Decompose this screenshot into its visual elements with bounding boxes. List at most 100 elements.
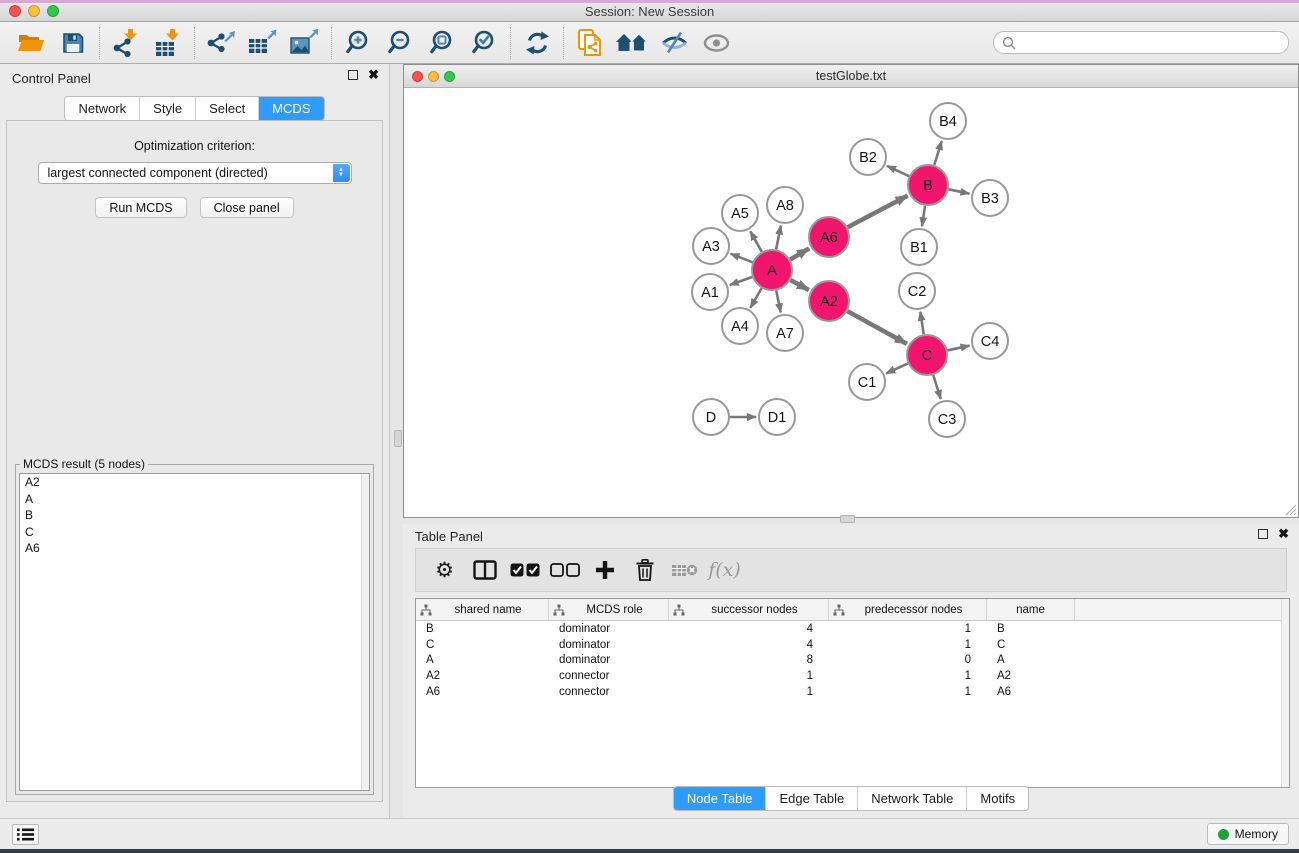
graph-edge-C-C1[interactable] (886, 364, 908, 374)
table-row-A[interactable]: Adominator80A (416, 653, 1289, 669)
graph-edge-B-B2[interactable] (887, 166, 909, 176)
table-cell[interactable]: dominator (549, 623, 669, 635)
table-cell[interactable]: C (416, 639, 549, 651)
table-cell[interactable]: 1 (829, 639, 987, 651)
graph-node-C[interactable]: C (907, 335, 947, 375)
graph-node-A3[interactable]: A3 (693, 228, 729, 264)
table-cell[interactable]: B (416, 623, 549, 635)
mcds-result-item[interactable]: C (20, 524, 369, 541)
network-graph[interactable]: B4B2BB3A5A8A6B1A3AA1C2A2A4A7CC4C1C3DD1 (404, 88, 1298, 518)
graph-edge-A-A2[interactable] (790, 280, 808, 290)
graph-edge-C-C2[interactable] (920, 312, 924, 335)
graph-node-A2[interactable]: A2 (809, 281, 849, 321)
graph-node-C1[interactable]: C1 (849, 364, 885, 400)
import-table-button[interactable] (147, 25, 189, 61)
graph-node-C2[interactable]: C2 (899, 273, 935, 309)
deselect-all-button[interactable] (546, 550, 583, 590)
zoom-selected-button[interactable] (463, 25, 505, 61)
mcds-result-list[interactable]: A2ABCA6 (19, 473, 370, 791)
graph-edge-A-A7[interactable] (776, 291, 781, 313)
mcds-result-item[interactable]: A2 (20, 474, 369, 491)
table-scrollbar[interactable] (1281, 599, 1289, 787)
graph-node-B4[interactable]: B4 (930, 103, 966, 139)
resize-grip-icon[interactable] (1282, 501, 1296, 515)
create-network-from-selection-button[interactable] (569, 25, 611, 61)
export-image-button[interactable] (284, 25, 326, 61)
table-row-A6[interactable]: A6connector11A6 (416, 684, 1289, 700)
export-network-button[interactable] (200, 25, 242, 61)
tab-select[interactable]: Select (196, 97, 259, 120)
table-cell[interactable]: 1 (669, 686, 829, 698)
graph-node-B3[interactable]: B3 (972, 180, 1008, 216)
table-cell[interactable]: dominator (549, 639, 669, 651)
graph-edge-A-A6[interactable] (790, 249, 809, 260)
vertical-splitter-handle[interactable] (394, 430, 402, 447)
graph-edge-A-A8[interactable] (776, 226, 781, 250)
table-cell[interactable]: C (987, 639, 1075, 651)
graph-node-A6[interactable]: A6 (809, 217, 849, 257)
graph-node-C3[interactable]: C3 (929, 401, 965, 437)
hide-selected-button[interactable] (653, 25, 695, 61)
export-table-button[interactable] (242, 25, 284, 61)
add-column-button[interactable] (586, 550, 623, 590)
graph-node-A4[interactable]: A4 (722, 308, 758, 344)
table-cell[interactable]: 1 (829, 670, 987, 682)
graph-edge-A-A1[interactable] (730, 277, 752, 285)
graph-node-A5[interactable]: A5 (722, 195, 758, 231)
table-cell[interactable]: dominator (549, 654, 669, 666)
graph-edge-A6-B[interactable] (848, 196, 908, 228)
graph-node-D[interactable]: D (693, 399, 729, 435)
graph-edge-B-B3[interactable] (949, 189, 970, 193)
graph-edge-A-A5[interactable] (750, 231, 761, 251)
column-header-name[interactable]: name (987, 599, 1075, 620)
graph-node-B2[interactable]: B2 (850, 139, 886, 175)
column-header-predecessor-nodes[interactable]: predecessor nodes (829, 599, 987, 620)
function-builder-button[interactable]: f(x) (706, 550, 743, 590)
memory-button[interactable]: Memory (1207, 823, 1289, 845)
graph-node-B1[interactable]: B1 (901, 229, 937, 265)
run-mcds-button[interactable]: Run MCDS (95, 197, 186, 218)
tab-edge-table[interactable]: Edge Table (766, 787, 858, 810)
show-hidden-button[interactable] (695, 25, 737, 61)
graph-node-D1[interactable]: D1 (759, 399, 795, 435)
graph-node-A1[interactable]: A1 (692, 274, 728, 310)
mcds-result-item[interactable]: B (20, 507, 369, 524)
refresh-view-button[interactable] (516, 25, 558, 61)
zoom-fit-button[interactable] (421, 25, 463, 61)
split-panel-button[interactable] (466, 550, 503, 590)
graph-edge-C-C3[interactable] (933, 375, 940, 399)
tab-mcds[interactable]: MCDS (259, 97, 323, 120)
graph-edge-A-A3[interactable] (731, 254, 753, 263)
zoom-in-button[interactable] (337, 25, 379, 61)
table-cell[interactable]: 8 (669, 654, 829, 666)
close-table-panel-icon[interactable]: ✖ (1278, 529, 1289, 539)
delete-table-button[interactable] (666, 550, 703, 590)
column-header-successor-nodes[interactable]: successor nodes (669, 599, 829, 620)
table-cell[interactable]: A2 (416, 670, 549, 682)
delete-columns-button[interactable] (626, 550, 663, 590)
network-canvas-area[interactable]: B4B2BB3A5A8A6B1A3AA1C2A2A4A7CC4C1C3DD1 (404, 88, 1298, 517)
table-cell[interactable]: 4 (669, 639, 829, 651)
table-cell[interactable]: A6 (987, 686, 1075, 698)
task-history-button[interactable] (12, 824, 39, 845)
search-field[interactable] (993, 31, 1289, 54)
table-cell[interactable]: A2 (987, 670, 1075, 682)
network-window-titlebar[interactable]: testGlobe.txt (404, 65, 1298, 88)
table-cell[interactable]: 1 (669, 670, 829, 682)
tab-network-table[interactable]: Network Table (858, 787, 967, 810)
table-settings-button[interactable]: ⚙ (426, 550, 463, 590)
list-scrollbar[interactable] (361, 474, 369, 790)
import-network-button[interactable] (105, 25, 147, 61)
table-cell[interactable]: 4 (669, 623, 829, 635)
float-panel-icon[interactable] (348, 70, 358, 80)
column-header-shared-name[interactable]: shared name (416, 599, 549, 620)
table-cell[interactable]: B (987, 623, 1075, 635)
search-input[interactable] (1021, 36, 1280, 50)
graph-edge-C-C4[interactable] (947, 346, 969, 351)
tab-node-table[interactable]: Node Table (674, 787, 767, 810)
graph-edge-A-A4[interactable] (750, 288, 761, 308)
tab-style[interactable]: Style (140, 97, 196, 120)
table-cell[interactable]: 1 (829, 623, 987, 635)
select-all-button[interactable] (506, 550, 543, 590)
table-row-B[interactable]: Bdominator41B (416, 621, 1289, 637)
